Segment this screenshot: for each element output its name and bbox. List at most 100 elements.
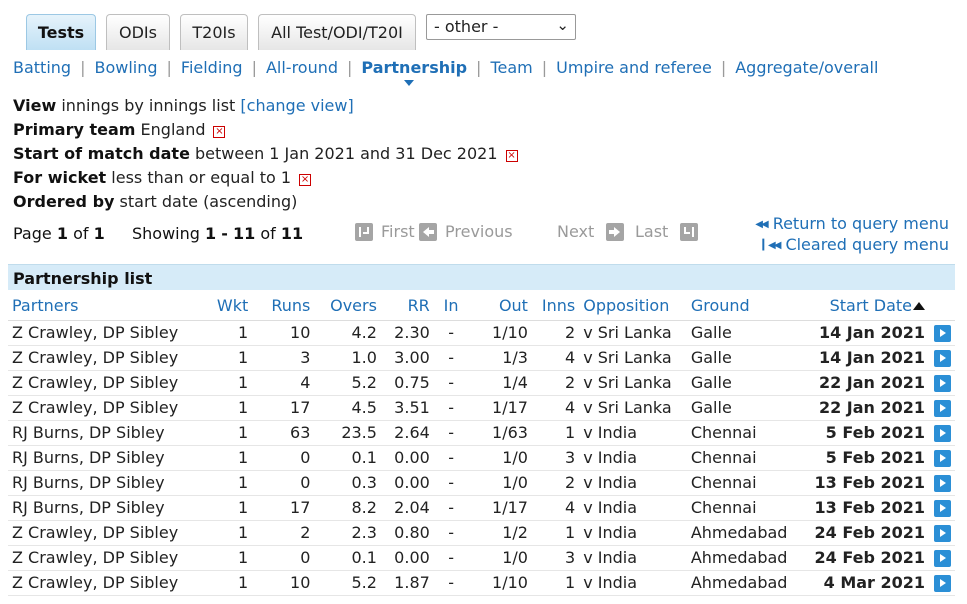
cell-in: - [433,495,469,521]
table-row: Z Crawley, DP Sibley 1 10 5.2 1.87-1/10 1 v In… [8,570,955,596]
nav-team[interactable]: Team [490,58,532,77]
cell-inns: 2 [531,470,580,496]
col-rr[interactable]: RR [380,291,434,321]
cell-ground: Chennai [686,470,811,496]
cell-partners: Z Crawley, DP Sibley [8,395,193,421]
col-opposition[interactable]: Opposition [579,291,687,321]
cleared-query-link[interactable]: Cleared query menu [785,235,949,254]
cell-opposition: v India [579,420,687,446]
col-out[interactable]: Out [468,291,532,321]
play-arrow-icon[interactable] [933,475,951,492]
cell-runs: 3 [252,345,315,371]
remove-criterion-icon[interactable]: × [505,150,518,162]
nav-umpire-referee[interactable]: Umpire and referee [556,58,712,77]
cell-opposition: v Sri Lanka [579,370,687,396]
col-in[interactable]: In [433,291,469,321]
range-to: 11 [232,224,256,243]
cell-in: - [433,470,469,496]
tab-tests[interactable]: Tests [26,14,96,50]
cell-overs: 23.5 [314,420,381,446]
cell-inns: 1 [531,520,580,546]
remove-criterion-icon[interactable]: × [299,174,312,186]
change-view-link[interactable]: [change view] [240,96,353,115]
cell-wkt: 1 [192,370,253,396]
previous-page-button[interactable]: Previous [419,222,513,241]
col-wkt[interactable]: Wkt [192,291,253,321]
tab-all-formats[interactable]: All Test/ODI/T20I [258,14,416,50]
tab-t20is[interactable]: T20Is [180,14,248,50]
other-format-select[interactable]: - other - ⌄ [426,14,576,40]
of-word: of [260,224,276,243]
remove-criterion-icon[interactable]: × [213,126,226,138]
cell-in: - [433,420,469,446]
cell-action [929,545,955,571]
nav-bowling[interactable]: Bowling [94,58,157,77]
cell-wkt: 1 [192,495,253,521]
col-inns[interactable]: Inns [531,291,580,321]
cell-action [929,345,955,371]
col-ground[interactable]: Ground [686,291,811,321]
cell-opposition: v India [579,570,687,596]
cell-overs: 0.1 [314,545,381,571]
play-arrow-icon[interactable] [933,325,951,342]
cell-ground: Galle [686,345,811,371]
col-start-date[interactable]: Start Date [810,291,930,321]
play-arrow-icon[interactable] [933,450,951,467]
cell-opposition: v Sri Lanka [579,345,687,371]
cell-out: 1/63 [468,420,532,446]
cell-runs: 2 [252,520,315,546]
next-page-button[interactable]: Next [557,222,625,241]
last-page-icon [680,222,699,241]
first-page-button[interactable]: First [355,222,415,241]
col-runs[interactable]: Runs [252,291,315,321]
play-arrow-icon[interactable] [933,550,951,567]
nav-all-round[interactable]: All-round [266,58,338,77]
cell-rr: 2.30 [380,320,434,346]
col-overs[interactable]: Overs [314,291,381,321]
cell-partners: Z Crawley, DP Sibley [8,545,193,571]
nav-partnership[interactable]: Partnership [361,58,467,86]
cell-out: 1/0 [468,445,532,471]
nav-separator: | [476,58,482,77]
play-arrow-icon[interactable] [933,350,951,367]
cell-rr: 3.51 [380,395,434,421]
criteria-ordered-label: Ordered by [13,192,115,211]
table-row: Z Crawley, DP Sibley 1 2 2.3 0.80-1/2 1 v Indi… [8,520,955,546]
criteria-start-date-label: Start of match date [13,144,190,163]
play-arrow-icon[interactable] [933,500,951,517]
cell-overs: 8.2 [314,495,381,521]
of-word: of [73,224,89,243]
cell-wkt: 1 [192,545,253,571]
col-start-date-label: Start Date [829,295,913,315]
criteria-primary-team-label: Primary team [13,120,136,139]
cell-overs: 4.2 [314,320,381,346]
play-arrow-icon[interactable] [933,375,951,392]
play-arrow-icon[interactable] [933,525,951,542]
nav-batting[interactable]: Batting [13,58,71,77]
cell-in: - [433,395,469,421]
return-to-query-link[interactable]: Return to query menu [773,214,949,233]
cell-overs: 2.3 [314,520,381,546]
cell-partners: Z Crawley, DP Sibley [8,370,193,396]
range-from: 1 [205,224,217,243]
cell-overs: 4.5 [314,395,381,421]
cell-in: - [433,520,469,546]
format-tabs: Tests ODIs T20Is All Test/ODI/T20I [26,14,426,50]
play-arrow-icon[interactable] [933,575,951,592]
cell-out: 1/4 [468,370,532,396]
cell-ground: Galle [686,370,811,396]
cell-overs: 0.1 [314,445,381,471]
cell-partners: Z Crawley, DP Sibley [8,345,193,371]
col-partners[interactable]: Partners [8,291,193,321]
tab-odis[interactable]: ODIs [106,14,170,50]
stat-type-nav: Batting | Bowling | Fielding | All-round | P… [13,58,878,86]
last-page-button[interactable]: Last [635,222,699,241]
cell-opposition: v Sri Lanka [579,395,687,421]
play-arrow-icon[interactable] [933,425,951,442]
nav-fielding[interactable]: Fielding [181,58,243,77]
cell-rr: 0.75 [380,370,434,396]
play-arrow-icon[interactable] [933,400,951,417]
nav-separator: | [720,58,727,77]
cell-partners: RJ Burns, DP Sibley [8,470,193,496]
nav-aggregate[interactable]: Aggregate/overall [735,58,878,77]
